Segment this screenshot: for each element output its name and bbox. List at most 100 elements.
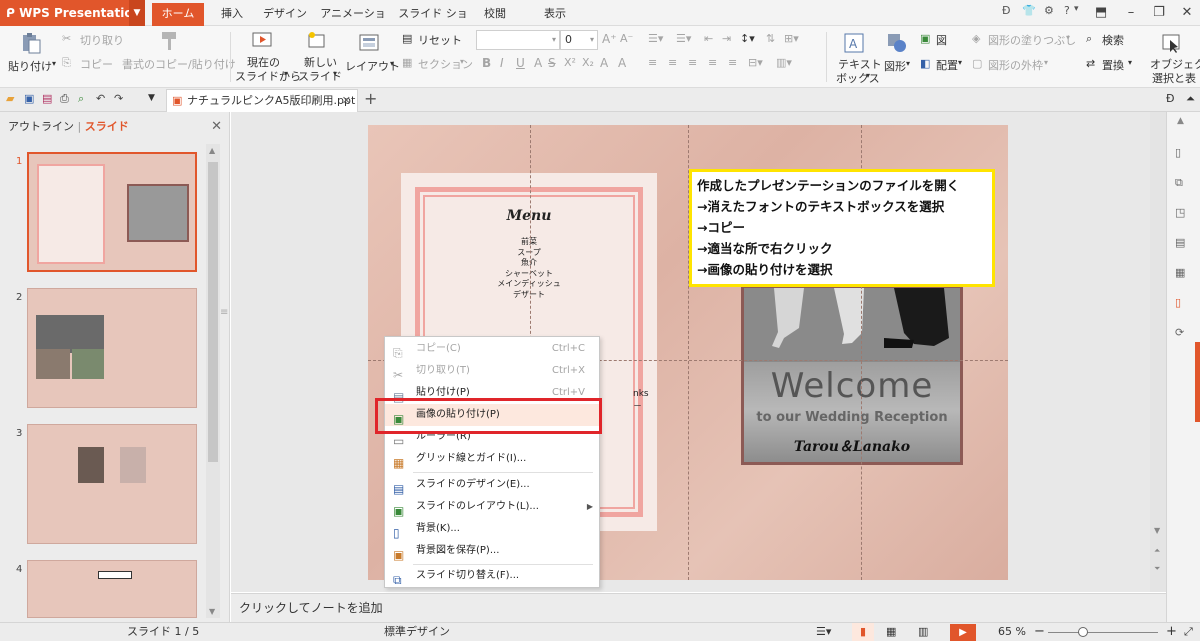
shrink-font-icon[interactable]: A⁻ (620, 32, 633, 45)
font-size-dropdown-icon[interactable]: ▾ (590, 31, 594, 49)
print-icon[interactable]: ⎙ (60, 92, 69, 106)
slide-sorter-icon[interactable]: ▦ (886, 623, 896, 641)
shapes-icon[interactable] (886, 32, 908, 54)
side-panel-toggle[interactable] (1195, 342, 1200, 422)
arrange-icon[interactable]: ◧ (920, 57, 930, 70)
pane-resize-handle[interactable]: ≡ (220, 307, 228, 318)
tab-slides[interactable]: スライド (85, 120, 129, 133)
line-spacing-icon[interactable]: ↕▾ (740, 32, 755, 45)
close-pane-icon[interactable]: ✕ (211, 112, 222, 142)
restore-ribbon-icon[interactable]: ⬒ (1086, 3, 1116, 23)
layout-icon[interactable] (358, 32, 380, 54)
text-direction-icon[interactable]: ⇅ (766, 32, 775, 45)
columns-icon[interactable]: ▥▾ (776, 56, 792, 69)
document-tab[interactable]: ▣ ナチュラルピンクA5版印刷用.ppt ✕ (166, 89, 358, 112)
format-painter-button[interactable]: 書式のコピー/貼り付け (122, 56, 236, 72)
tab-design[interactable]: デザイン (262, 3, 308, 26)
zoom-level[interactable]: 65 % (998, 623, 1026, 641)
redo-icon[interactable]: ↷ (114, 92, 123, 105)
cut-button[interactable]: 切り取り (80, 32, 124, 48)
textbox-icon[interactable]: A (843, 32, 865, 54)
design-name[interactable]: 標準デザイン (384, 623, 450, 641)
skin-icon[interactable]: 👕 (1022, 4, 1036, 17)
play-from-current-icon[interactable] (251, 30, 273, 52)
menu-item-copy[interactable]: ⎘ コピー(C) Ctrl+C (385, 338, 599, 360)
subscript-icon[interactable]: X₂ (582, 56, 594, 69)
shapes-dropdown-icon[interactable]: ▾ (906, 59, 910, 68)
print-preview-icon[interactable]: ⌕ (78, 92, 84, 106)
select-icon[interactable]: ◳ (1175, 206, 1191, 222)
picture-button[interactable]: 図 (936, 32, 947, 48)
strikethrough-icon[interactable]: S (548, 56, 556, 70)
tab-insert[interactable]: 挿入 (214, 3, 250, 26)
minimize-icon[interactable]: – (1116, 3, 1146, 23)
bold-icon[interactable]: B (482, 56, 491, 70)
scroll-up-icon[interactable]: ▲ (1177, 116, 1184, 126)
find-icon[interactable]: ⌕ (1086, 32, 1092, 46)
welcome-photo[interactable]: Welcome to our Wedding Reception Tarou＆L… (741, 285, 963, 465)
bullets-icon[interactable]: ☰▾ (648, 32, 663, 45)
replace-dropdown-icon[interactable]: ▾ (1128, 58, 1132, 67)
distribute-icon[interactable]: ≡ (728, 56, 737, 69)
undo-icon[interactable]: ↶ (96, 92, 105, 105)
arrange-dropdown-icon[interactable]: ▾ (958, 58, 962, 67)
menu-item-background[interactable]: ▯ 背景(K)... (385, 518, 599, 540)
font-name-field[interactable]: ▾ (476, 30, 560, 50)
play-slideshow-icon[interactable]: ▶ (950, 624, 976, 641)
new-document-icon[interactable]: ▯ (1175, 146, 1191, 162)
normal-view-icon[interactable]: ▮ (852, 623, 874, 641)
paste-button[interactable]: 貼り付け (8, 58, 52, 74)
export-pdf-icon[interactable]: ▤ (42, 92, 52, 105)
text-align-icon[interactable]: ⊟▾ (748, 56, 763, 69)
font-color-icon[interactable]: A (534, 56, 542, 70)
justify-icon[interactable]: ≡ (708, 56, 717, 69)
new-slide-icon[interactable] (305, 30, 327, 52)
fit-window-icon[interactable]: ⤢ (1184, 623, 1193, 641)
shapes-button[interactable]: 図形 (884, 58, 906, 74)
copy-icon[interactable]: ⎘ (62, 56, 71, 70)
close-window-icon[interactable]: ✕ (1172, 3, 1200, 23)
next-slide-icon[interactable]: ⏷ (1154, 564, 1160, 574)
convert-icon[interactable]: ⊞▾ (784, 32, 799, 45)
cloud-icon[interactable]: Ð (1166, 92, 1175, 105)
user-icon[interactable]: Ð (1002, 4, 1011, 17)
section-dropdown-icon[interactable]: ▾ (460, 57, 464, 66)
settings-icon[interactable]: ⚙ (1044, 4, 1054, 17)
align-left-icon[interactable]: ≡ (648, 56, 657, 69)
save-icon[interactable]: ▣ (24, 92, 34, 105)
cut-icon[interactable]: ✂ (62, 32, 71, 45)
from-current-dropdown-icon[interactable]: ▾ (284, 69, 288, 78)
slide-thumbnail-3[interactable] (27, 424, 197, 544)
zoom-slider[interactable] (1048, 632, 1158, 633)
close-tab-icon[interactable]: ✕ (342, 90, 351, 111)
shape-fill-dropdown-icon[interactable]: ▾ (1066, 33, 1070, 42)
new-slide-dropdown-icon[interactable]: ▾ (333, 69, 337, 78)
new-tab-icon[interactable]: + (364, 89, 377, 108)
align-center-icon[interactable]: ≡ (668, 56, 677, 69)
slide-thumbnail-2[interactable] (27, 288, 197, 408)
section-button[interactable]: セクション (418, 56, 473, 72)
menu-item-save-background[interactable]: ▣ 背景図を保存(P)... (385, 540, 599, 562)
shape-outline-icon[interactable]: ▢ (972, 57, 982, 70)
shape-outline-button[interactable]: 図形の外枠 (988, 57, 1043, 73)
textbox-line2[interactable]: ボックス (836, 70, 880, 86)
menu-title[interactable]: Menu (401, 208, 657, 224)
paste-icon[interactable] (20, 32, 42, 54)
increase-indent-icon[interactable]: ⇥ (722, 32, 731, 45)
font-dropdown-icon[interactable]: ▾ (552, 31, 556, 49)
shape-outline-dropdown-icon[interactable]: ▾ (1044, 58, 1048, 67)
tab-home[interactable]: ホーム (152, 3, 204, 26)
menu-item-grid-guides[interactable]: ▦ グリッド線とガイド(I)... (385, 448, 599, 470)
notes-pane[interactable]: クリックしてノートを追加 (231, 593, 1166, 622)
shape-fill-button[interactable]: 図形の塗りつぶし (988, 32, 1076, 48)
slide-thumbnail-1[interactable] (27, 152, 197, 272)
scroll-down-icon[interactable]: ▼ (209, 607, 215, 616)
slide-panel-scrollbar[interactable]: ▲ ▼ (206, 144, 220, 618)
tab-slideshow[interactable]: スライド ショー (398, 3, 468, 42)
zoom-in-icon[interactable]: + (1166, 623, 1177, 641)
copy-button[interactable]: コピー (80, 56, 113, 72)
reading-view-icon[interactable]: ▥ (918, 623, 928, 641)
tab-review[interactable]: 校閲 (478, 3, 512, 26)
scroll-down-icon[interactable]: ▼ (1154, 526, 1160, 535)
zoom-slider-handle[interactable] (1078, 627, 1088, 637)
